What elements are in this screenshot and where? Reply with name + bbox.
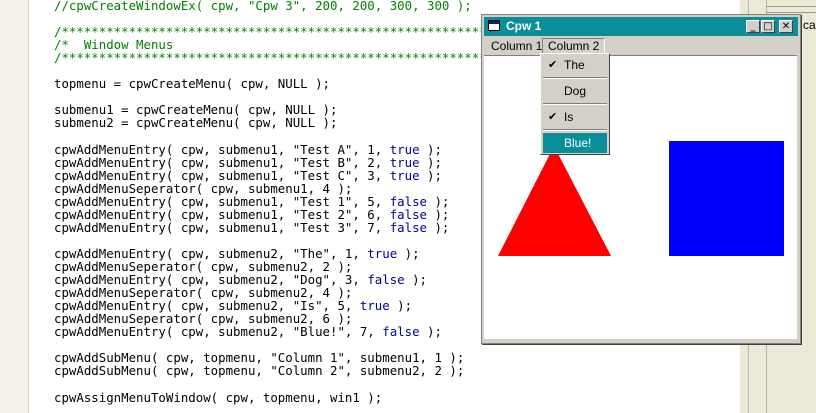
window-menubar: Column 1 Column 2 <box>484 37 798 55</box>
drawing-canvas <box>498 141 784 256</box>
panel-divider <box>766 12 816 13</box>
code-line: /***************************************… <box>54 50 532 66</box>
window-client-area[interactable] <box>484 55 797 339</box>
dropdown-separator <box>543 77 607 79</box>
code-line: cpwAddMenuEntry( cpw, submenu1, "Test C"… <box>54 167 442 183</box>
code-line: cpwAddMenuEntry( cpw, submenu2, "The", 1… <box>54 245 420 261</box>
editor-gutter <box>0 0 29 413</box>
maximize-button[interactable]: □ <box>761 20 775 33</box>
close-button[interactable]: ✕ <box>779 20 793 33</box>
bool-literal: false <box>382 324 420 340</box>
check-icon: ✔ <box>548 110 558 123</box>
bool-literal: false <box>389 219 428 235</box>
code-line: cpwAddMenuSeperator( cpw, submenu2, 4 ); <box>54 285 353 301</box>
code-line: cpwAddMenuEntry( cpw, submenu1, "Test B"… <box>54 154 442 170</box>
bool-literal: true <box>367 245 398 261</box>
blue-square <box>669 141 784 256</box>
code-line: /* Window Menus * <box>54 37 517 53</box>
code-line: cpwAddMenuEntry( cpw, submenu2, "Blue!",… <box>54 324 442 340</box>
bool-literal: true <box>389 167 420 183</box>
code-line: cpwAddMenuSeperator( cpw, submenu2, 6 ); <box>54 311 353 327</box>
red-triangle <box>498 146 611 256</box>
check-icon: ✔ <box>548 58 558 71</box>
minimize-button[interactable]: _ <box>746 20 760 33</box>
window-title: Cpw 1 <box>506 19 542 33</box>
code-line: cpwAssignMenuToWindow( cpw, topmenu, win… <box>54 389 383 405</box>
dropdown-separator <box>543 103 607 105</box>
bool-literal: true <box>359 298 390 314</box>
code-line: cpwAddMenuSeperator( cpw, submenu1, 4 ); <box>54 180 353 196</box>
dropdown-item-dog[interactable]: Dog <box>543 81 607 101</box>
panel-divider <box>766 6 816 7</box>
code-line: submenu1 = cpwCreateMenu( cpw, NULL ); <box>54 102 338 118</box>
dropdown-separator <box>543 129 607 131</box>
code-line: submenu2 = cpwCreateMenu( cpw, NULL ); <box>54 115 338 131</box>
panel-partial-text: ca <box>803 18 816 32</box>
cpw-window[interactable]: Cpw 1 _ □ ✕ Column 1 Column 2 <box>481 14 801 344</box>
code-line: cpwAddMenuEntry( cpw, submenu1, "Test 2"… <box>54 206 450 222</box>
code-line: cpwAddMenuEntry( cpw, submenu1, "Test 1"… <box>54 193 450 209</box>
window-titlebar[interactable]: Cpw 1 _ □ ✕ <box>484 17 798 36</box>
code-line: cpwAddMenuEntry( cpw, submenu2, "Is", 5,… <box>54 298 413 314</box>
code-line: topmenu = cpwCreateMenu( cpw, NULL ); <box>54 76 331 92</box>
code-line: cpwAddMenuEntry( cpw, submenu1, "Test A"… <box>54 141 442 157</box>
dropdown-item-is[interactable]: ✔ Is <box>543 107 607 127</box>
code-line: //cpwCreateWindowEx( cpw, "Cpw 3", 200, … <box>54 0 472 13</box>
menu-column-2[interactable]: Column 2 <box>542 38 606 54</box>
code-line: cpwAddSubMenu( cpw, topmenu, "Column 1",… <box>54 350 465 366</box>
code-line: /***************************************… <box>54 24 532 40</box>
code-line: cpwAddMenuSeperator( cpw, submenu2, 2 ); <box>54 259 353 274</box>
column-2-dropdown: ✔ The Dog ✔ Is Blue! <box>540 53 610 155</box>
code-line: cpwAddSubMenu( cpw, topmenu, "Column 2",… <box>54 363 465 379</box>
window-app-icon[interactable] <box>488 20 500 31</box>
dropdown-item-blue[interactable]: Blue! <box>543 133 607 153</box>
code-line: cpwAddMenuEntry( cpw, submenu2, "Dog", 3… <box>54 272 428 288</box>
dropdown-item-the[interactable]: ✔ The <box>543 55 607 75</box>
code-line: cpwAddMenuEntry( cpw, submenu1, "Test 3"… <box>54 219 450 235</box>
menu-column-1[interactable]: Column 1 <box>486 38 547 54</box>
bool-literal: false <box>367 272 405 288</box>
